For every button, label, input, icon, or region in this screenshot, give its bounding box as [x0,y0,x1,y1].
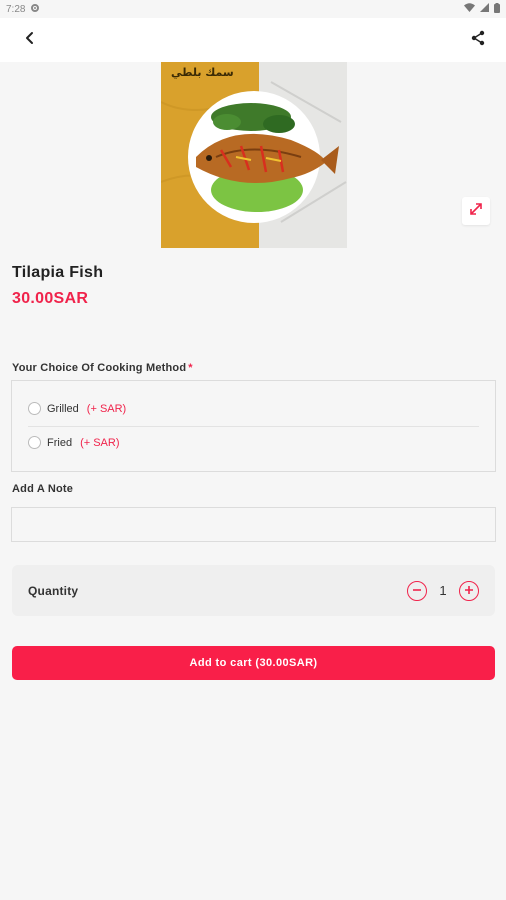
minus-icon [412,582,422,600]
back-button[interactable] [18,28,42,52]
option-fried[interactable]: Fried (+ SAR) [28,436,120,449]
product-price: 30.00SAR [12,290,89,307]
cooking-method-options: Grilled (+ SAR) Fried (+ SAR) [11,380,496,472]
expand-image-button[interactable] [462,197,490,225]
option-grilled[interactable]: Grilled (+ SAR) [28,402,126,415]
cooking-method-label-text: Your Choice Of Cooking Method [12,362,187,374]
product-title: Tilapia Fish [12,264,104,281]
share-icon [470,30,486,51]
back-arrow-icon [23,31,37,50]
radio-fried[interactable] [28,436,41,449]
status-time: 7:28 [6,3,26,15]
status-bar: 7:28 [0,0,506,18]
increase-quantity-button[interactable] [459,580,479,601]
signal-icon [480,3,489,15]
option-fried-price: (+ SAR) [80,436,120,449]
add-to-cart-button[interactable]: Add to cart (30.00SAR) [12,646,495,680]
app-bar [0,18,506,62]
required-mark: * [188,362,193,374]
quantity-card: Quantity 1 [12,565,495,616]
share-button[interactable] [466,28,490,52]
battery-icon [494,2,500,16]
product-image: سمك بلطي [161,62,347,248]
quantity-stepper: 1 [407,580,479,601]
cooking-method-label: Your Choice Of Cooking Method * [12,362,193,374]
radio-grilled[interactable] [28,402,41,415]
wifi-icon [464,3,475,15]
option-divider [28,426,479,427]
image-caption: سمك بلطي [171,66,234,79]
option-fried-label: Fried [47,436,73,449]
settings-icon [30,3,40,16]
option-grilled-price: (+ SAR) [86,402,127,415]
option-grilled-label: Grilled [47,402,79,415]
note-input[interactable] [11,507,496,542]
note-label: Add A Note [12,483,74,495]
expand-icon [469,202,483,221]
quantity-label: Quantity [28,583,79,598]
quantity-value: 1 [439,583,447,598]
decrease-quantity-button[interactable] [407,580,427,601]
plus-icon [464,582,474,600]
